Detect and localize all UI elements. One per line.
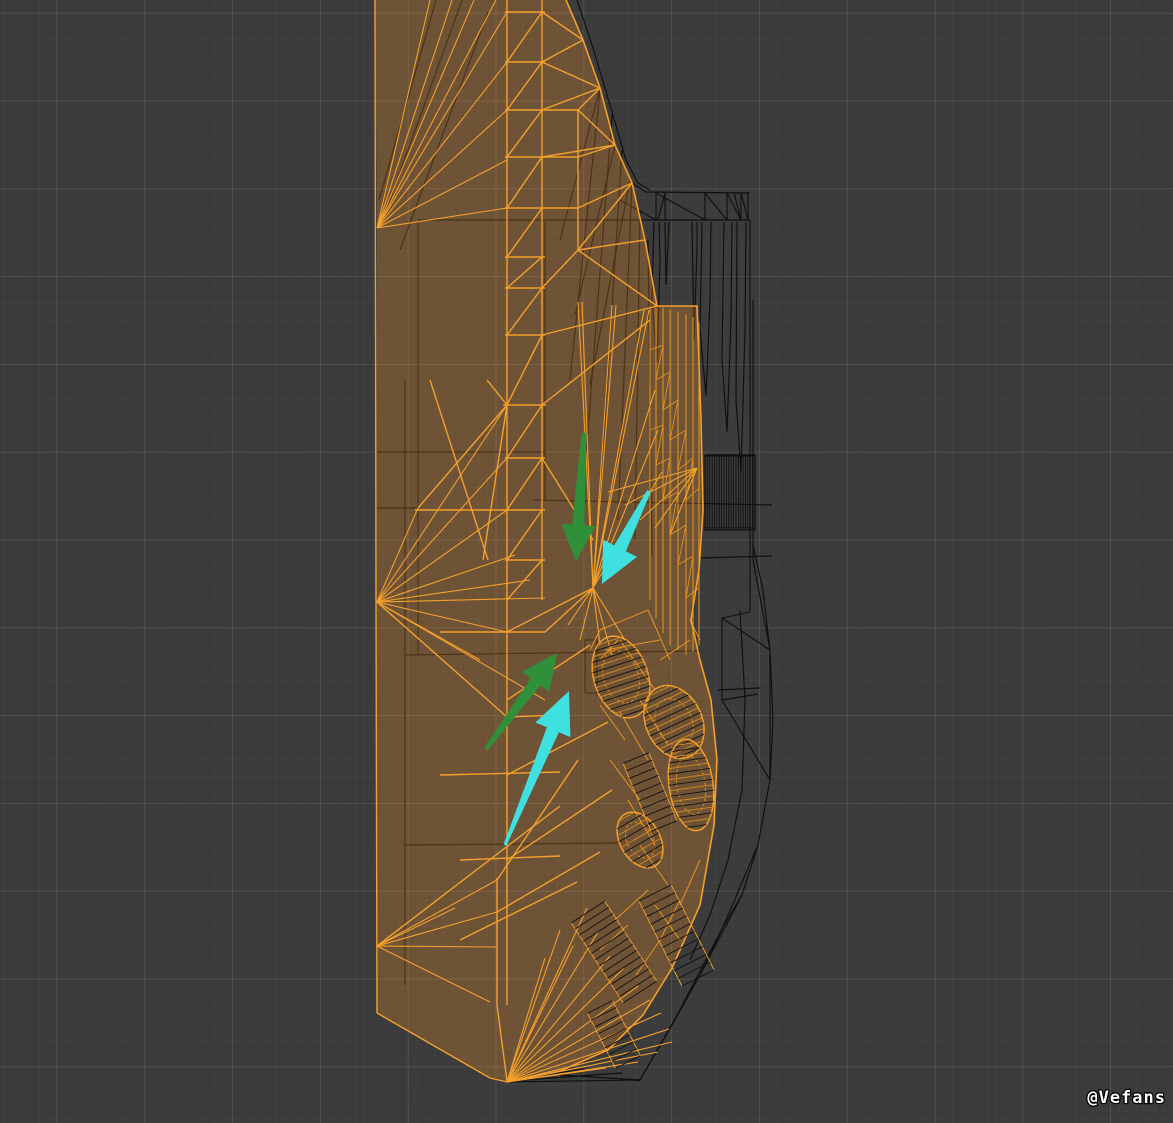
viewport-canvas[interactable]: @Vefans [0,0,1173,1123]
viewport-3d[interactable]: @Vefans [0,0,1173,1123]
watermark-text: @Vefans [1087,1088,1166,1108]
